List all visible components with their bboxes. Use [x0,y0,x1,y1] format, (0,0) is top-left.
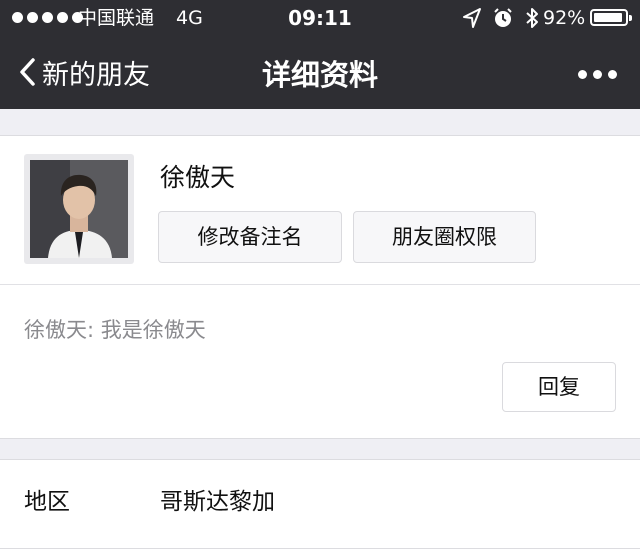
location-arrow-icon [463,8,481,28]
status-bar: 中国联通 4G 09:11 92% [0,0,640,36]
battery-tip [629,15,632,21]
region-row: 地区 哥斯达黎加 [0,459,640,549]
greeting-message: 徐傲天: 我是徐傲天 [24,318,206,342]
region-label: 地区 [24,489,70,515]
profile-card: 徐傲天 修改备注名 朋友圈权限 徐傲天: 我是徐傲天 回复 [0,135,640,439]
avatar-photo [30,160,128,258]
navigation-bar: 新的朋友 详细资料 [0,36,640,109]
divider [0,284,640,285]
reply-button[interactable]: 回复 [502,362,616,412]
battery-icon [590,9,632,26]
battery-fill [594,13,622,22]
more-dots-icon[interactable] [578,70,617,79]
moments-permission-button[interactable]: 朋友圈权限 [353,211,536,263]
battery-percent: 92% [543,7,586,29]
contact-name: 徐傲天 [160,163,236,192]
status-icons [462,6,540,30]
page-title: 详细资料 [261,58,378,92]
bluetooth-icon [526,8,538,28]
edit-remark-button[interactable]: 修改备注名 [158,211,342,263]
top-bar: 中国联通 4G 09:11 92% 新的朋友 详细资料 [0,0,640,109]
avatar[interactable] [24,154,134,264]
region-value: 哥斯达黎加 [160,489,275,515]
alarm-icon [494,8,512,27]
